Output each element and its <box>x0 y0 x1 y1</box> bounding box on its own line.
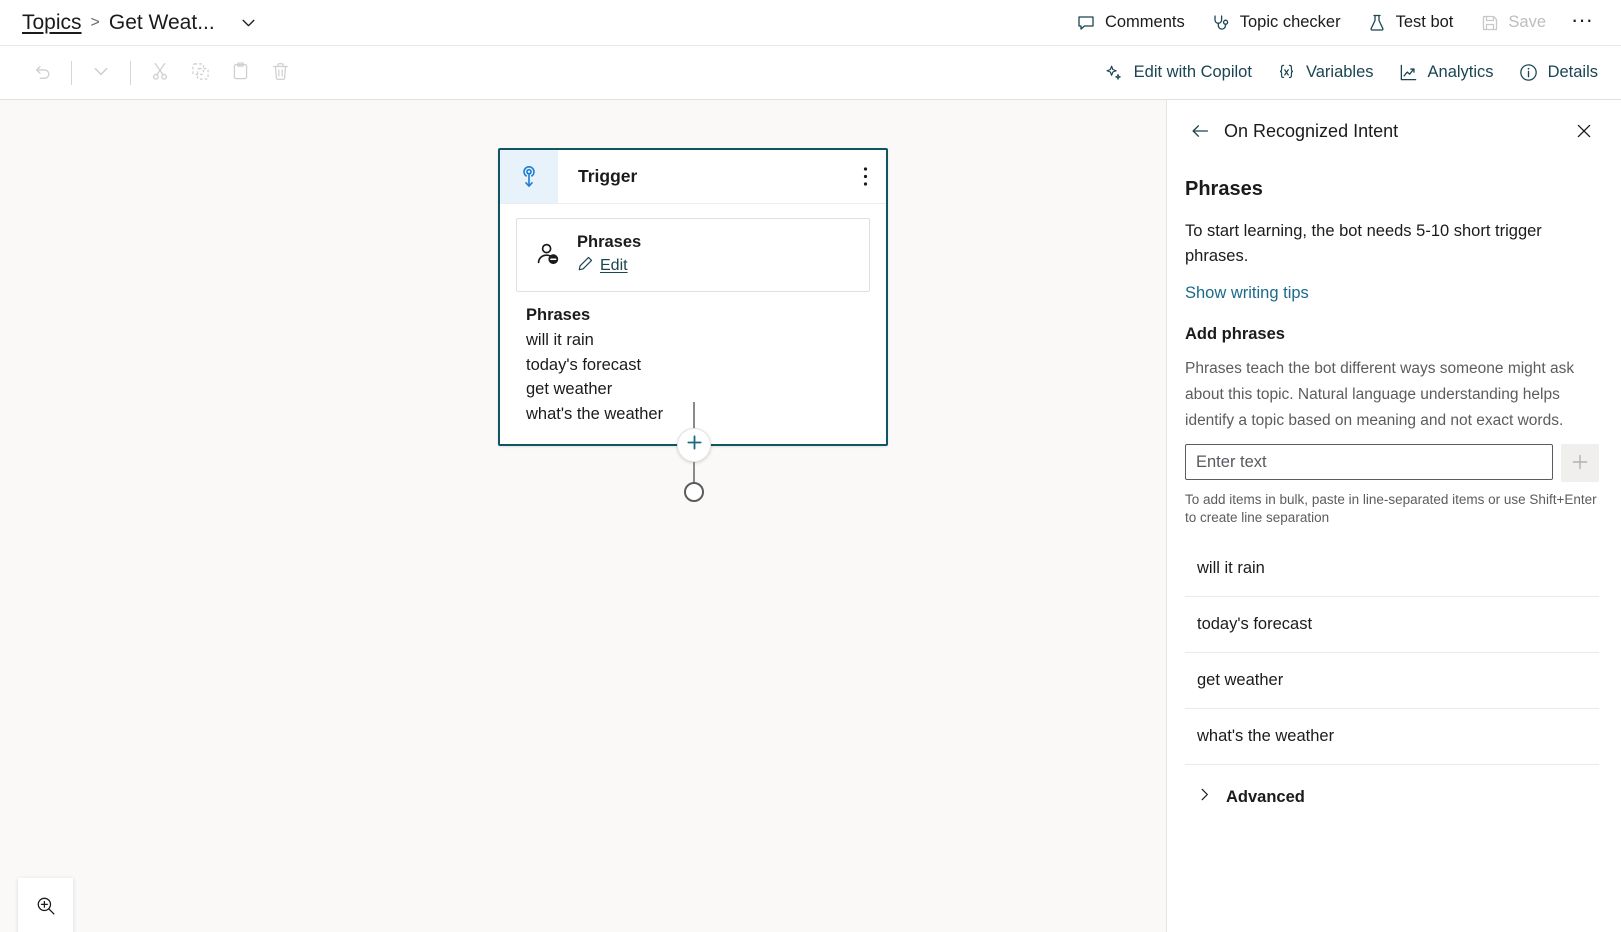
bulk-add-hint: To add items in bulk, paste in line-sepa… <box>1185 492 1597 525</box>
body-area: Trigger Phrases Edit Phrases will it rai… <box>0 100 1621 932</box>
top-command-bar: Topics > Get Weat... Comments Topic chec… <box>0 0 1621 46</box>
analytics-button[interactable]: Analytics <box>1387 56 1505 89</box>
variables-button[interactable]: Variables <box>1265 56 1385 89</box>
trigger-phrase-line: what's the weather <box>526 404 664 423</box>
topbar-actions: Comments Topic checker Test bot Save ··· <box>1065 6 1603 39</box>
toolbar-divider <box>130 60 131 85</box>
connector-line-top <box>693 402 695 430</box>
pencil-icon <box>577 255 594 277</box>
topic-checker-label: Topic checker <box>1239 13 1341 31</box>
edit-with-copilot-label: Edit with Copilot <box>1133 63 1252 81</box>
sparkle-icon <box>1104 62 1125 83</box>
arrow-left-icon[interactable] <box>1185 116 1215 146</box>
edit-toolbar: Edit with Copilot Variables Analytics De… <box>0 46 1621 100</box>
list-item[interactable]: will it rain <box>1185 541 1599 597</box>
trigger-pin-icon <box>500 150 558 203</box>
undo-history-button[interactable] <box>81 55 121 91</box>
chart-line-icon <box>1398 62 1419 83</box>
phrases-sub-card[interactable]: Phrases Edit <box>516 218 870 292</box>
properties-panel-content[interactable]: Phrases To start learning, the bot needs… <box>1167 154 1621 932</box>
breadcrumb-separator: > <box>90 13 100 31</box>
toolbar-divider <box>71 60 72 85</box>
plus-icon <box>1570 452 1590 475</box>
app-root: Topics > Get Weat... Comments Topic chec… <box>0 0 1621 932</box>
phrases-edit-label: Edit <box>600 257 628 274</box>
breadcrumb-topics-link[interactable]: Topics <box>22 11 82 35</box>
save-label: Save <box>1508 13 1547 31</box>
variables-label: Variables <box>1305 63 1374 81</box>
info-circle-icon <box>1518 62 1539 83</box>
cut-icon <box>150 61 171 85</box>
chevron-down-icon[interactable] <box>238 12 260 34</box>
person-message-icon <box>533 241 563 269</box>
undo-button[interactable] <box>22 55 62 91</box>
plus-icon <box>686 434 703 456</box>
properties-panel-title: On Recognized Intent <box>1224 120 1399 141</box>
add-phrase-button[interactable] <box>1561 444 1599 482</box>
flask-icon <box>1367 12 1388 33</box>
delete-icon <box>270 61 291 85</box>
panel-section-title: Phrases <box>1185 178 1263 200</box>
zoom-in-button[interactable] <box>18 878 73 932</box>
phrases-sub-card-text: Phrases Edit <box>577 233 641 277</box>
breadcrumb-current-topic: Get Weat... <box>108 10 215 34</box>
phrases-sub-card-title: Phrases <box>577 233 642 251</box>
paste-icon <box>230 61 251 85</box>
list-item[interactable]: today's forecast <box>1185 597 1599 653</box>
add-phrase-row <box>1185 444 1599 482</box>
chevron-down-icon <box>92 62 110 83</box>
stethoscope-icon <box>1211 12 1232 33</box>
close-icon[interactable] <box>1569 116 1599 146</box>
trigger-phrase-line: will it rain <box>526 331 594 349</box>
comments-button[interactable]: Comments <box>1065 6 1196 39</box>
breadcrumb: Topics > Get Weat... <box>22 11 260 35</box>
add-node-button[interactable] <box>677 428 711 462</box>
list-item[interactable]: what's the weather <box>1185 709 1599 765</box>
connector-end-node <box>684 482 704 502</box>
properties-panel-header: On Recognized Intent <box>1167 100 1621 154</box>
add-phrases-title: Add phrases <box>1185 325 1285 343</box>
show-writing-tips-link[interactable]: Show writing tips <box>1185 284 1309 303</box>
save-icon <box>1479 12 1500 33</box>
topic-checker-button[interactable]: Topic checker <box>1200 6 1352 39</box>
more-options-button[interactable]: ··· <box>1561 8 1603 35</box>
connector-line-bottom <box>693 462 695 484</box>
cut-button[interactable] <box>140 55 180 91</box>
advanced-section-toggle[interactable]: Advanced <box>1185 765 1599 829</box>
trigger-phrases-title: Phrases <box>526 306 591 324</box>
add-phrase-input[interactable] <box>1185 444 1553 480</box>
trigger-node-title: Trigger <box>578 166 638 186</box>
panel-intro-text: To start learning, the bot needs 5-10 sh… <box>1185 222 1542 265</box>
list-item[interactable]: get weather <box>1185 653 1599 709</box>
details-button[interactable]: Details <box>1507 56 1609 89</box>
properties-panel: On Recognized Intent Phrases To start le… <box>1166 100 1621 932</box>
authoring-canvas[interactable]: Trigger Phrases Edit Phrases will it rai… <box>0 100 1166 932</box>
test-bot-label: Test bot <box>1395 13 1454 31</box>
phrases-edit-link[interactable]: Edit <box>577 255 641 277</box>
add-phrases-description: Phrases teach the bot different ways som… <box>1185 360 1575 429</box>
copy-icon <box>190 61 211 85</box>
chevron-right-icon <box>1197 787 1212 807</box>
edit-with-copilot-button[interactable]: Edit with Copilot <box>1093 56 1263 89</box>
copy-button[interactable] <box>180 55 220 91</box>
save-button[interactable]: Save <box>1468 6 1557 39</box>
trigger-node-header: Trigger <box>500 150 886 204</box>
trigger-phrase-line: today's forecast <box>526 355 642 374</box>
paste-button[interactable] <box>220 55 260 91</box>
test-bot-button[interactable]: Test bot <box>1356 6 1465 39</box>
braces-x-icon <box>1276 62 1297 83</box>
advanced-label: Advanced <box>1226 787 1305 806</box>
toolbar-right-actions: Edit with Copilot Variables Analytics De… <box>1093 56 1609 89</box>
undo-icon <box>32 61 53 85</box>
comments-label: Comments <box>1104 13 1185 31</box>
analytics-label: Analytics <box>1427 63 1494 81</box>
details-label: Details <box>1547 63 1598 81</box>
more-vertical-icon[interactable] <box>844 150 886 203</box>
comment-icon <box>1076 12 1097 33</box>
phrase-list: will it rain today's forecast get weathe… <box>1185 541 1599 765</box>
zoom-in-icon <box>35 895 57 922</box>
trigger-phrase-line: get weather <box>526 380 613 399</box>
delete-button[interactable] <box>260 55 300 91</box>
